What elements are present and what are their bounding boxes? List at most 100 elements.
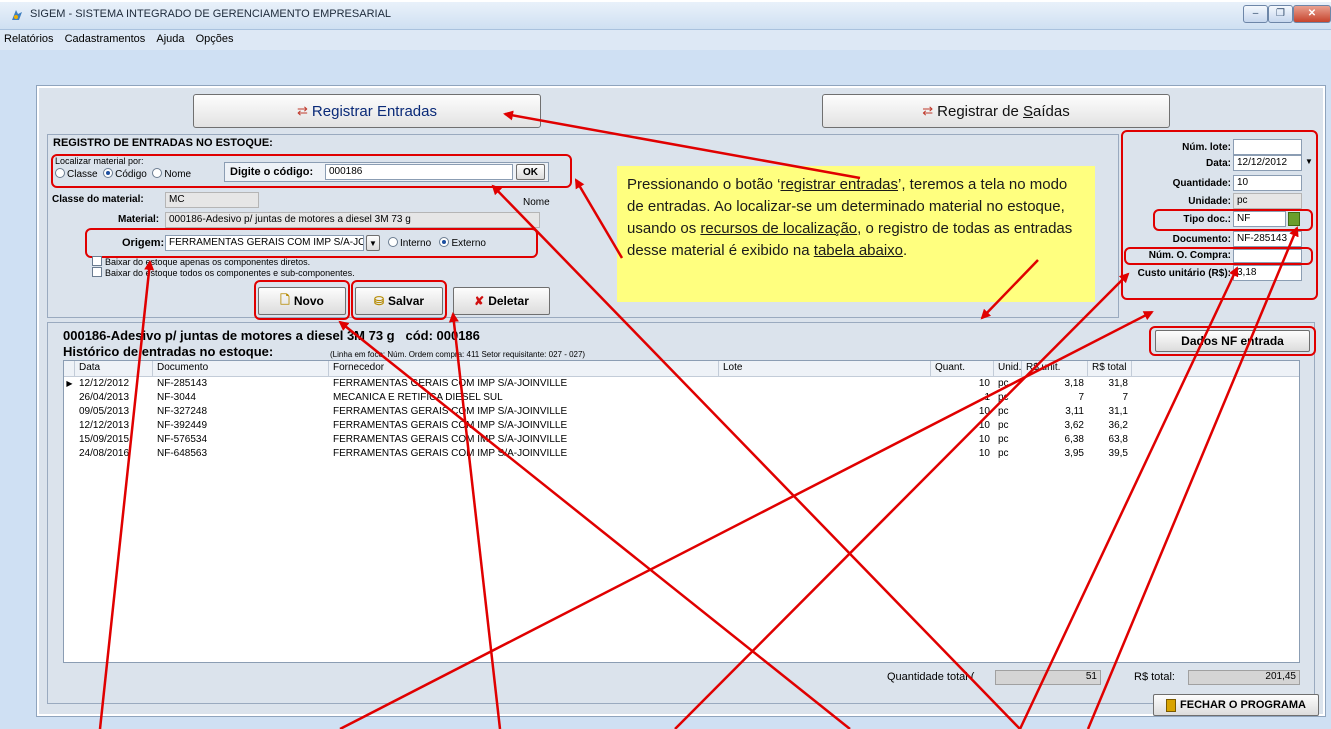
date-dropdown-icon[interactable]: ▼ <box>1305 157 1313 166</box>
radio-codigo[interactable] <box>103 168 114 178</box>
cell-total: 31,1 <box>1108 406 1128 417</box>
origin-select[interactable]: FERRAMENTAS GERAIS COM IMP S/A-JOINV <box>165 235 364 251</box>
radio-interno[interactable] <box>388 237 398 247</box>
qty-input[interactable]: 10 <box>1233 175 1302 191</box>
maximize-button[interactable]: ❐ <box>1268 5 1293 23</box>
class-field[interactable]: MC <box>165 192 259 208</box>
cell-lot <box>719 433 931 447</box>
locate-radio-group: Classe Código Nome <box>55 168 191 180</box>
cell-unit: pc <box>998 420 1009 431</box>
lot-label: Núm. lote: <box>1182 142 1231 153</box>
table-row[interactable]: 12/12/2013 NF-392449 FERRAMENTAS GERAIS CO… <box>64 419 1299 433</box>
cell-date: 26/04/2013 <box>79 392 130 403</box>
cell-document: NF-285143 <box>157 378 208 389</box>
col-date[interactable]: Data <box>75 361 153 376</box>
delete-button[interactable]: ✘ Deletar <box>453 287 550 315</box>
po-label: Núm. O. Compra: <box>1148 250 1231 261</box>
date-input[interactable]: 12/12/2012 <box>1233 155 1302 171</box>
unit-label: Unidade: <box>1188 196 1231 207</box>
cell-qty: 10 <box>978 448 990 459</box>
table-row[interactable]: 24/08/2016 NF-648563 FERRAMENTAS GERAIS CO… <box>64 447 1299 461</box>
doctype-select[interactable]: NF <box>1233 211 1286 227</box>
check-direct-row: Baixar do estoque apenas os componentes … <box>92 256 310 267</box>
cell-document: NF-327248 <box>157 406 208 417</box>
menu-bar: Relatórios Cadastramentos Ajuda Opções <box>0 30 1331 50</box>
menu-cadastramentos[interactable]: Cadastramentos <box>61 30 150 48</box>
table-header: Data Documento Fornecedor Lote Quant. Un… <box>64 361 1299 377</box>
radio-nome[interactable] <box>152 168 163 178</box>
cell-date: 09/05/2013 <box>79 406 130 417</box>
entry-section-title: REGISTRO DE ENTRADAS NO ESTOQUE: <box>53 137 273 149</box>
col-lot[interactable]: Lote <box>719 361 931 376</box>
entries-icon: ⇄ <box>297 103 308 118</box>
table-row[interactable]: 26/04/2013 NF-3044 MECANICA E RETIFICA DIE… <box>64 391 1299 405</box>
row-indicator-icon: ▶ <box>66 379 73 388</box>
row-indicator <box>64 447 75 461</box>
cell-total: 36,2 <box>1108 420 1128 431</box>
delete-x-icon: ✘ <box>474 294 485 308</box>
check-all[interactable] <box>92 267 102 277</box>
cell-qty: 10 <box>978 378 990 389</box>
cell-lot <box>719 391 931 405</box>
cell-lot <box>719 419 931 433</box>
cell-lot <box>719 405 931 419</box>
total-qty-value: 51 <box>995 670 1101 685</box>
cell-date: 12/12/2012 <box>79 378 130 389</box>
radio-interno-label: Interno <box>400 238 432 249</box>
cell-supplier: FERRAMENTAS GERAIS COM IMP S/A-JOINVILLE <box>333 378 568 389</box>
exits-icon: ⇄ <box>922 103 934 118</box>
check-direct[interactable] <box>92 256 102 266</box>
radio-externo[interactable] <box>439 237 450 247</box>
minimize-button[interactable]: – <box>1243 5 1268 23</box>
class-label: Classe do material: <box>52 194 144 205</box>
register-entries-button[interactable]: ⇄ Registrar Entradas <box>193 94 541 128</box>
total-value-label: R$ total: <box>1134 671 1175 683</box>
cell-supplier: FERRAMENTAS GERAIS COM IMP S/A-JOINVILLE <box>333 420 568 431</box>
col-qty[interactable]: Quant. <box>931 361 994 376</box>
col-supplier[interactable]: Fornecedor <box>329 361 719 376</box>
menu-opcoes[interactable]: Opções <box>192 30 238 48</box>
doctype-label: Tipo doc.: <box>1183 214 1231 225</box>
new-button[interactable]: 🗋 Novo <box>258 287 346 315</box>
save-icon: ⛁ <box>373 294 385 308</box>
unit-field[interactable]: pc <box>1233 193 1302 209</box>
row-indicator <box>64 405 75 419</box>
history-material-line: 000186-Adesivo p/ juntas de motores a di… <box>63 328 480 343</box>
origin-dropdown-icon[interactable]: ▼ <box>366 235 380 251</box>
menu-relatorios[interactable]: Relatórios <box>0 30 58 48</box>
table-row[interactable]: ▶ 12/12/2012 NF-285143 FERRAMENTAS GERAIS C… <box>64 377 1299 391</box>
col-total[interactable]: R$ total <box>1088 361 1132 376</box>
po-input[interactable] <box>1233 249 1302 263</box>
origin-radio-group: Interno Externo <box>388 237 486 249</box>
code-input[interactable]: 000186 <box>325 164 513 180</box>
lot-input[interactable] <box>1233 139 1302 155</box>
radio-classe-label: Classe <box>67 169 98 180</box>
radio-classe[interactable] <box>55 168 65 178</box>
cell-document: NF-648563 <box>157 448 208 459</box>
close-program-button[interactable]: FECHAR O PROGRAMA <box>1153 694 1319 716</box>
save-label: Salvar <box>388 294 425 308</box>
nf-entry-button[interactable]: Dados NF entrada <box>1155 330 1310 352</box>
cost-input[interactable]: 3,18 <box>1233 265 1302 281</box>
cell-unit-price: 7 <box>1078 392 1084 403</box>
cell-total: 31,8 <box>1108 378 1128 389</box>
col-unit[interactable]: Unid. <box>994 361 1022 376</box>
table-row[interactable]: 15/09/2015 NF-576534 FERRAMENTAS GERAIS CO… <box>64 433 1299 447</box>
register-exits-button[interactable]: ⇄ Registrar de Saídas <box>822 94 1170 128</box>
menu-ajuda[interactable]: Ajuda <box>152 30 188 48</box>
doc-input[interactable]: NF-285143 <box>1233 231 1302 247</box>
cell-unit: pc <box>998 392 1009 403</box>
table-row[interactable]: 09/05/2013 NF-327248 FERRAMENTAS GERAIS CO… <box>64 405 1299 419</box>
close-button[interactable]: ✕ <box>1293 5 1331 23</box>
cell-unit: pc <box>998 448 1009 459</box>
document-search-icon[interactable] <box>1288 212 1300 226</box>
ok-button[interactable]: OK <box>516 164 545 180</box>
row-indicator <box>64 419 75 433</box>
col-document[interactable]: Documento <box>153 361 329 376</box>
col-unit-price[interactable]: R$ unit. <box>1022 361 1088 376</box>
material-field[interactable]: 000186-Adesivo p/ juntas de motores a di… <box>165 212 540 228</box>
exit-door-icon <box>1166 698 1177 712</box>
check-all-label: Baixar do estoque todos os componentes e… <box>105 268 355 278</box>
save-button[interactable]: ⛁ Salvar <box>355 287 443 315</box>
cell-lot <box>719 377 931 391</box>
